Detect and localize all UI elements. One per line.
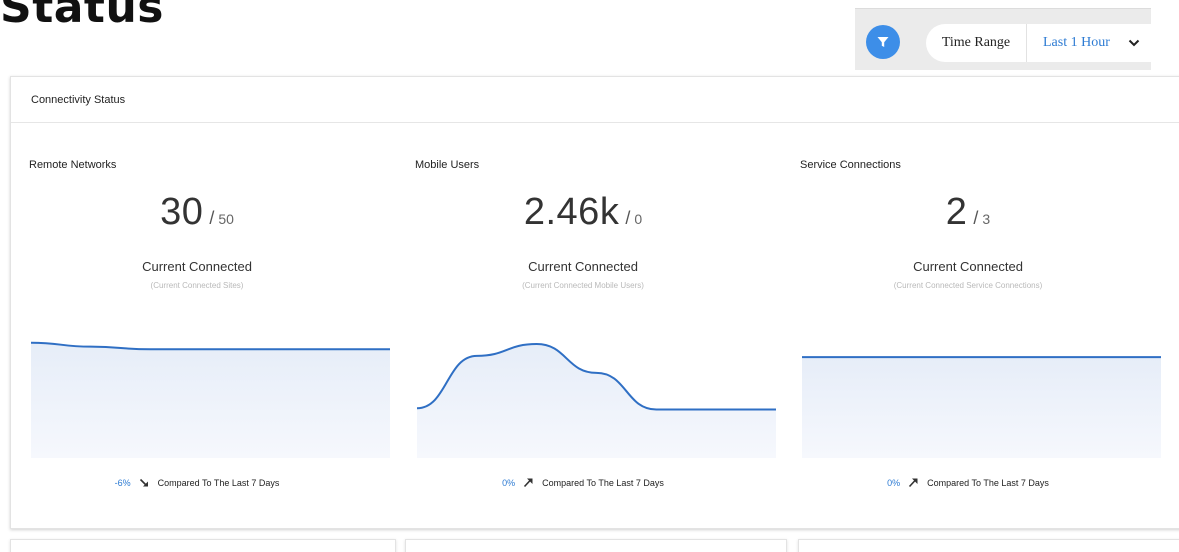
connectivity-status-card: Connectivity Status Remote Networks 30/5…	[10, 76, 1179, 529]
change-percent: 0%	[887, 477, 901, 488]
time-range-label: Time Range	[926, 24, 1027, 62]
card-title: Connectivity Status	[11, 77, 1179, 123]
change-percent: -6%	[114, 477, 131, 488]
next-card-1	[10, 539, 396, 552]
panel-mobile-users: Mobile Users 2.46k/0 Current Connected (…	[397, 123, 776, 523]
comparison-row: -6% Compared To The Last 7 Days	[11, 477, 383, 488]
filter-icon	[877, 37, 889, 47]
time-range-select[interactable]: Last 1 Hour	[1027, 24, 1151, 62]
time-range-control: Time Range Last 1 Hour	[926, 24, 1151, 62]
total-value: 3	[982, 211, 991, 227]
sparkline-chart	[802, 356, 1161, 458]
next-card-2	[405, 539, 787, 552]
compare-text: Compared To The Last 7 Days	[927, 477, 1049, 488]
time-range-value: Last 1 Hour	[1043, 35, 1110, 50]
comparison-row: 0% Compared To The Last 7 Days	[397, 477, 769, 488]
sparkline-chart	[416, 343, 776, 458]
chevron-down-icon	[1128, 39, 1140, 47]
total-value: 50	[218, 211, 234, 227]
current-connected-sublabel: (Current Connected Sites)	[150, 281, 244, 290]
current-value: 2	[945, 191, 968, 233]
value-separator: /	[973, 208, 979, 228]
comparison-row: 0% Compared To The Last 7 Days	[782, 477, 1154, 488]
connected-count: 2.46k/0	[397, 191, 769, 234]
connected-count: 30/50	[11, 191, 383, 234]
current-connected-sublabel: (Current Connected Service Connections)	[893, 281, 1043, 290]
trend-up-icon	[908, 477, 919, 488]
panel-title: Remote Networks	[29, 159, 117, 171]
next-card-3	[798, 539, 1179, 552]
sparkline-area	[802, 357, 1161, 458]
panel-title: Mobile Users	[415, 159, 480, 171]
current-value: 2.46k	[523, 191, 620, 233]
panel-title: Service Connections	[800, 159, 901, 171]
value-separator: /	[625, 208, 631, 228]
value-separator: /	[209, 208, 215, 228]
current-value: 30	[160, 191, 204, 233]
current-connected-sublabel: (Current Connected Mobile Users)	[522, 281, 644, 290]
total-value: 0	[634, 211, 643, 227]
change-percent: 0%	[502, 477, 516, 488]
current-connected-label: Current Connected	[913, 259, 1023, 274]
panel-service-connections: Service Connections 2/3 Current Connecte…	[782, 123, 1161, 523]
filter-bar: Time Range Last 1 Hour	[855, 8, 1151, 70]
compare-text: Compared To The Last 7 Days	[157, 477, 280, 488]
panel-remote-networks: Remote Networks 30/50 Current Connected …	[11, 123, 390, 523]
filter-button[interactable]	[866, 25, 900, 59]
page-title: Status	[0, 0, 164, 33]
trend-up-icon	[523, 477, 534, 488]
trend-down-icon	[139, 477, 150, 488]
connected-count: 2/3	[782, 191, 1154, 234]
current-connected-label: Current Connected	[142, 259, 252, 274]
compare-text: Compared To The Last 7 Days	[542, 477, 664, 488]
sparkline-chart	[30, 341, 390, 458]
sparkline-area	[31, 342, 390, 458]
current-connected-label: Current Connected	[528, 259, 638, 274]
sparkline-area	[417, 344, 776, 458]
